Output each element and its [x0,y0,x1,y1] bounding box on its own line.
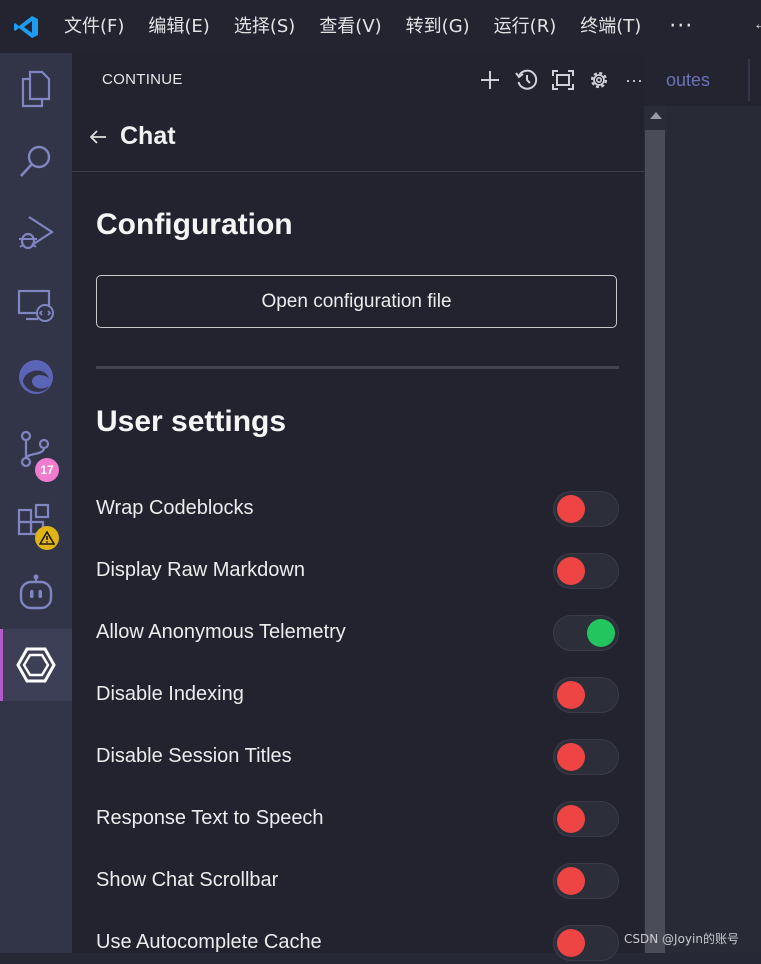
panel-scrollbar[interactable] [644,106,666,953]
activity-search[interactable] [0,125,72,197]
menu-more-icon[interactable]: ··· [653,0,709,53]
setting-label: Disable Indexing [96,683,244,705]
activity-copilot[interactable] [0,557,72,629]
activity-continue[interactable] [0,629,72,701]
menu-terminal[interactable]: 终端(T) [568,0,653,53]
activity-run-debug[interactable] [0,197,72,269]
toggle-wrap-codeblocks[interactable] [553,491,619,527]
panel-header: CONTINUE ··· [72,53,644,106]
toggle-knob [557,743,585,771]
setting-row-show-chat-scrollbar: Show Chat Scrollbar [96,862,619,902]
tab-separator [748,59,750,101]
toggle-knob [557,805,585,833]
chat-header: Chat [72,106,644,172]
activity-edge[interactable] [0,341,72,413]
remote-explorer-icon [17,289,54,322]
plus-icon [481,71,499,89]
section-divider [96,366,619,369]
setting-label: Response Text to Speech [96,807,324,829]
menu-view[interactable]: 查看(V) [307,0,393,53]
edge-icon [19,360,53,394]
setting-label: Allow Anonymous Telemetry [96,621,346,643]
menu-selection[interactable]: 选择(S) [222,0,307,53]
history-button[interactable] [514,67,540,93]
activity-source-control[interactable]: 17 [0,413,72,485]
open-configuration-button[interactable]: Open configuration file [96,275,617,328]
new-session-button[interactable] [477,67,503,93]
setting-label: Display Raw Markdown [96,559,305,581]
setting-row-disable-indexing: Disable Indexing [96,676,619,716]
configuration-heading: Configuration [96,208,293,241]
menu-edit[interactable]: 编辑(E) [136,0,221,53]
watermark: CSDN @Joyin的账号 [624,932,739,946]
chat-title: Chat [120,122,176,150]
toggle-knob [557,557,585,585]
continue-icon [16,647,56,683]
scroll-up-arrow-icon[interactable] [650,112,662,119]
settings-button[interactable] [586,67,612,93]
menu-bar: 文件(F) 编辑(E) 选择(S) 查看(V) 转到(G) 运行(R) 终端(T… [0,0,761,53]
editor-tab-bar: outes [644,53,761,106]
activity-remote-explorer[interactable] [0,269,72,341]
menu-go[interactable]: 转到(G) [394,0,482,53]
toggle-knob [557,681,585,709]
setting-label: Show Chat Scrollbar [96,869,279,891]
toggle-show-chat-scrollbar[interactable] [553,863,619,899]
activity-extensions[interactable] [0,485,72,557]
toggle-knob [557,495,585,523]
setting-label: Wrap Codeblocks [96,497,254,519]
activity-explorer[interactable] [0,53,72,125]
run-debug-icon [19,216,55,250]
source-control-badge: 17 [35,458,59,482]
explorer-icon [21,70,51,108]
activity-bar: 17 [0,53,72,953]
toggle-knob [587,619,615,647]
toggle-allow-telemetry[interactable] [553,615,619,651]
history-icon [515,69,538,90]
continue-panel: CONTINUE ··· Chat Configuration Open con… [72,53,644,961]
setting-label: Disable Session Titles [96,745,292,767]
user-settings-heading: User settings [96,405,287,438]
menu-file[interactable]: 文件(F) [52,0,136,53]
toggle-response-tts[interactable] [553,801,619,837]
copilot-bot-icon [19,574,53,610]
scrollbar-thumb[interactable] [645,130,665,953]
editor-tab-label[interactable]: outes [666,70,710,91]
panel-title: CONTINUE [102,71,183,88]
setting-row-response-tts: Response Text to Speech [96,800,619,840]
setting-row-disable-session-titles: Disable Session Titles [96,738,619,778]
back-arrow-icon[interactable] [88,126,110,148]
editor-area [666,106,761,953]
fullscreen-icon [552,70,574,90]
fullscreen-button[interactable] [550,67,576,93]
setting-row-autocomplete-cache: Use Autocomplete Cache [96,924,619,964]
setting-label: Use Autocomplete Cache [96,931,322,953]
setting-row-display-raw-markdown: Display Raw Markdown [96,552,619,592]
gear-icon [590,71,608,89]
vscode-logo-icon [0,0,52,53]
search-icon [20,145,51,177]
toggle-knob [557,867,585,895]
toggle-disable-indexing[interactable] [553,677,619,713]
warning-icon [39,531,55,545]
toggle-autocomplete-cache[interactable] [553,925,619,961]
toggle-disable-session-titles[interactable] [553,739,619,775]
setting-row-allow-telemetry: Allow Anonymous Telemetry [96,614,619,654]
toggle-display-raw-markdown[interactable] [553,553,619,589]
warning-badge [35,526,59,550]
setting-row-wrap-codeblocks: Wrap Codeblocks [96,490,619,530]
menu-run[interactable]: 运行(R) [482,0,569,53]
back-arrow-icon[interactable]: ← [753,16,761,34]
